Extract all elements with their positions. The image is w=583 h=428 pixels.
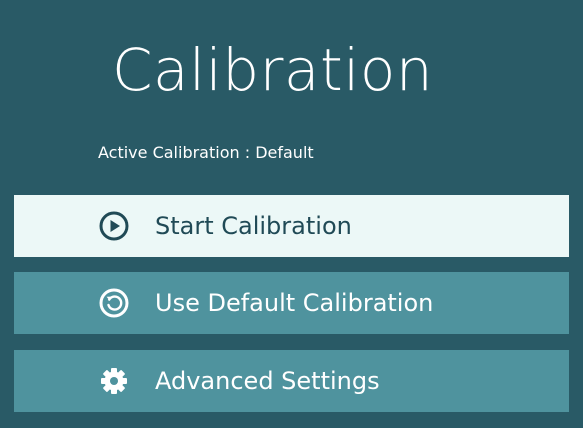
gear-icon xyxy=(98,365,130,397)
play-circle-icon xyxy=(98,210,130,242)
use-default-calibration-label: Use Default Calibration xyxy=(155,289,434,317)
restore-icon xyxy=(98,287,130,319)
use-default-calibration-button[interactable]: Use Default Calibration xyxy=(14,272,569,334)
advanced-settings-button[interactable]: Advanced Settings xyxy=(14,350,569,412)
active-calibration-label: Active Calibration : Default xyxy=(98,143,314,162)
page-title: Calibration xyxy=(112,36,434,104)
calibration-page: Calibration Active Calibration : Default… xyxy=(0,0,583,428)
start-calibration-label: Start Calibration xyxy=(155,212,352,240)
advanced-settings-label: Advanced Settings xyxy=(155,367,380,395)
start-calibration-button[interactable]: Start Calibration xyxy=(14,195,569,257)
